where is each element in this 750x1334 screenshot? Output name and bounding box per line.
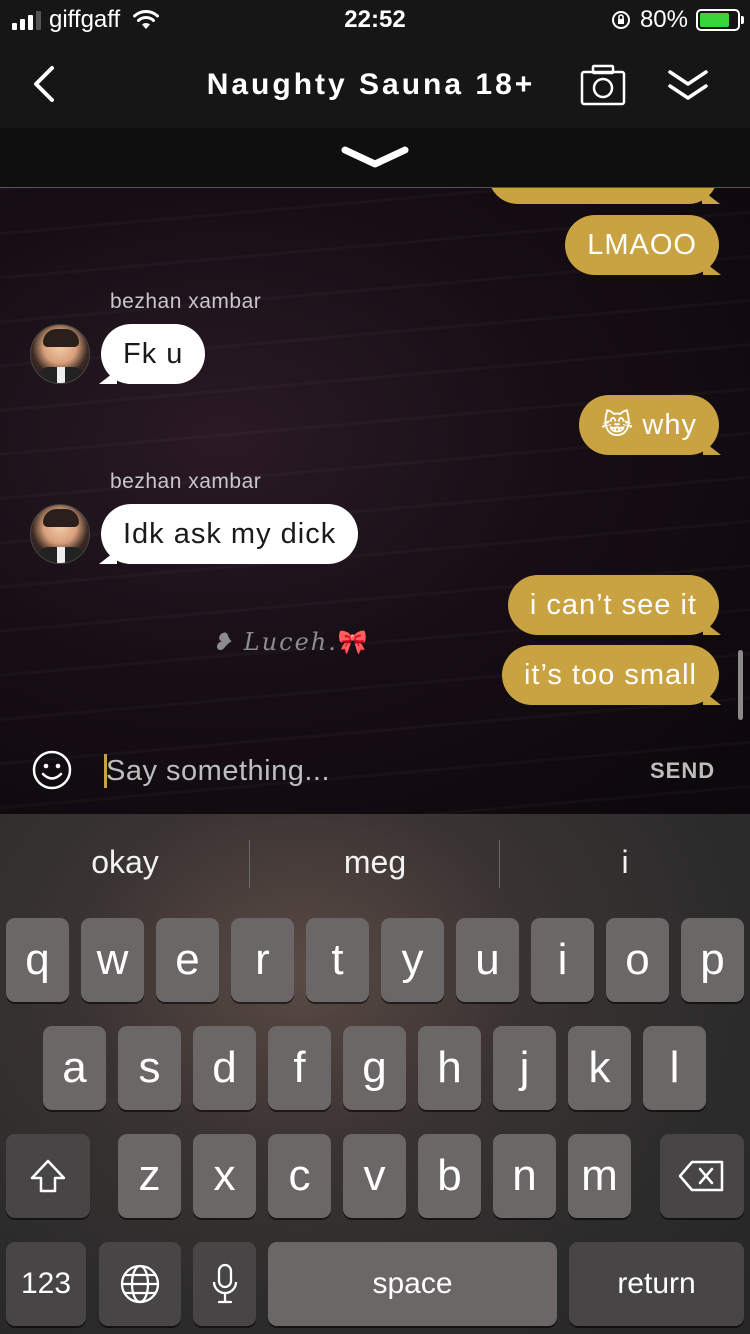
- return-key[interactable]: return: [569, 1242, 744, 1326]
- sender-name: bezhan xambar: [110, 470, 262, 493]
- key-w[interactable]: w: [81, 918, 144, 1002]
- key-z[interactable]: z: [118, 1134, 181, 1218]
- key-c[interactable]: c: [268, 1134, 331, 1218]
- chat-header: Naughty Sauna 18+: [0, 42, 750, 128]
- globe-icon: [120, 1264, 160, 1304]
- outgoing-message-partial: [488, 188, 720, 204]
- microphone-icon: [212, 1263, 237, 1304]
- battery-percent: 80%: [639, 6, 688, 33]
- key-y[interactable]: y: [381, 918, 444, 1002]
- key-r[interactable]: r: [231, 918, 294, 1002]
- message-text: it’s too small: [523, 659, 697, 691]
- backspace-icon: [678, 1160, 724, 1192]
- suggestion-3[interactable]: i: [500, 844, 750, 881]
- shift-arrow-icon: [30, 1159, 66, 1193]
- outgoing-message[interactable]: it’s too small: [501, 645, 722, 705]
- predictive-bar: okay meg i: [0, 814, 750, 914]
- outgoing-message[interactable]: i can’t see it: [507, 575, 722, 635]
- camera-icon[interactable]: [580, 64, 626, 106]
- message-text: Fk u: [123, 338, 184, 370]
- sender-avatar[interactable]: [30, 504, 90, 564]
- key-a[interactable]: a: [43, 1026, 106, 1110]
- chat-room-title: Naughty Sauna 18+: [206, 68, 536, 101]
- double-chevron-down-icon[interactable]: [666, 66, 710, 104]
- collapse-handle[interactable]: [0, 128, 750, 188]
- outgoing-message[interactable]: LMAOO: [565, 215, 721, 275]
- outgoing-message[interactable]: 😹 why: [578, 395, 722, 455]
- scrollbar[interactable]: [738, 650, 743, 720]
- sender-avatar[interactable]: [30, 324, 90, 384]
- key-j[interactable]: j: [493, 1026, 556, 1110]
- key-e[interactable]: e: [156, 918, 219, 1002]
- message-text: LMAOO: [587, 229, 697, 261]
- status-right: 80%: [610, 6, 744, 34]
- key-g[interactable]: g: [343, 1026, 406, 1110]
- orientation-lock-icon: [611, 11, 630, 29]
- ios-keyboard: okay meg i q w e r t y u i o p a s d f g…: [0, 814, 750, 1334]
- key-h[interactable]: h: [418, 1026, 481, 1110]
- delete-key[interactable]: [660, 1134, 744, 1218]
- message-composer: SEND: [0, 728, 750, 814]
- key-u[interactable]: u: [456, 918, 519, 1002]
- send-button[interactable]: SEND: [650, 758, 715, 784]
- message-input[interactable]: [106, 746, 626, 796]
- key-b[interactable]: b: [418, 1134, 481, 1218]
- key-x[interactable]: x: [193, 1134, 256, 1218]
- key-v[interactable]: v: [343, 1134, 406, 1218]
- incoming-message[interactable]: Idk ask my dick: [98, 504, 359, 564]
- globe-key[interactable]: [99, 1242, 181, 1326]
- shift-key[interactable]: [6, 1134, 90, 1218]
- key-q[interactable]: q: [6, 918, 69, 1002]
- status-bar: giffgaff 22:52 80%: [0, 0, 750, 42]
- crying-cat-emoji: 😹: [600, 408, 635, 441]
- key-d[interactable]: d: [193, 1026, 256, 1110]
- message-text: Idk ask my dick: [123, 518, 337, 550]
- bow-icon: 🎀: [337, 628, 370, 656]
- battery-charging-icon: [696, 9, 744, 31]
- sender-name: bezhan xambar: [110, 290, 262, 313]
- key-t[interactable]: t: [306, 918, 369, 1002]
- message-list[interactable]: LMAOO bezhan xambar Fk u 😹 why bezhan xam…: [0, 188, 750, 814]
- numbers-key[interactable]: 123: [6, 1242, 86, 1326]
- incoming-message[interactable]: Fk u: [98, 324, 206, 384]
- chevron-down-icon[interactable]: [340, 142, 410, 172]
- dictation-key[interactable]: [193, 1242, 256, 1326]
- watermark-signature: ❥ Luceh.🎀: [212, 628, 370, 656]
- suggestion-2[interactable]: meg: [250, 844, 500, 881]
- key-m[interactable]: m: [568, 1134, 631, 1218]
- key-f[interactable]: f: [268, 1026, 331, 1110]
- key-i[interactable]: i: [531, 918, 594, 1002]
- emoji-picker-icon[interactable]: [32, 750, 72, 790]
- space-key[interactable]: space: [268, 1242, 557, 1326]
- key-o[interactable]: o: [606, 918, 669, 1002]
- key-p[interactable]: p: [681, 918, 744, 1002]
- key-l[interactable]: l: [643, 1026, 706, 1110]
- message-text: i can’t see it: [529, 589, 697, 621]
- key-k[interactable]: k: [568, 1026, 631, 1110]
- suggestion-1[interactable]: okay: [0, 844, 250, 881]
- key-s[interactable]: s: [118, 1026, 181, 1110]
- key-n[interactable]: n: [493, 1134, 556, 1218]
- message-text: why: [642, 409, 697, 441]
